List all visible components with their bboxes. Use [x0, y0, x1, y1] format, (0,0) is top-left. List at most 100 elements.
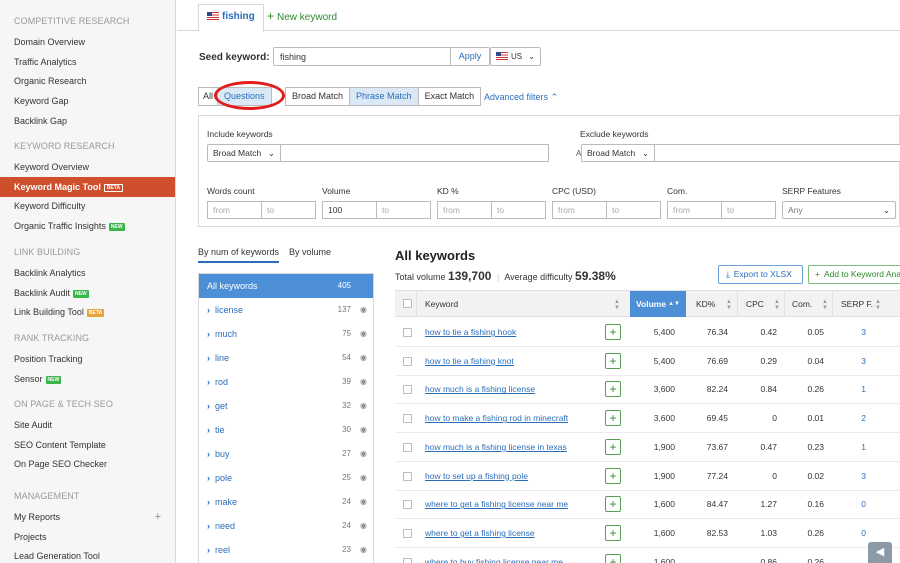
tab-by-volume[interactable]: By volume [289, 247, 331, 261]
serp-features-link[interactable]: 1 [832, 433, 866, 462]
row-checkbox[interactable] [403, 557, 412, 563]
serp-features-link[interactable]: 1 [832, 375, 866, 404]
eye-icon[interactable]: ◉ [360, 346, 367, 370]
exclude-keywords-input[interactable] [654, 144, 900, 162]
eye-icon[interactable]: ◉ [360, 370, 367, 394]
cpc-from[interactable] [552, 201, 607, 219]
sidebar-item[interactable]: Backlink Gap [0, 111, 175, 131]
sidebar-item[interactable]: Traffic Analytics [0, 52, 175, 72]
row-checkbox[interactable] [403, 356, 412, 366]
row-checkbox[interactable] [403, 471, 412, 481]
volume-from[interactable] [322, 201, 377, 219]
select-all-checkbox[interactable] [403, 299, 412, 308]
sidebar-item[interactable]: Sensor new [0, 369, 175, 389]
row-checkbox[interactable] [403, 385, 412, 395]
exact-match-button[interactable]: Exact Match [417, 87, 482, 106]
group-row[interactable]: › pole 25 ◉ [199, 466, 373, 490]
tab-by-num-keywords[interactable]: By num of keywords [198, 247, 280, 263]
words-count-to[interactable] [261, 201, 316, 219]
row-checkbox[interactable] [403, 414, 412, 424]
add-keyword-button[interactable]: + [605, 467, 621, 484]
sidebar-item[interactable]: Site Audit [0, 415, 175, 435]
add-keyword-button[interactable]: + [605, 524, 621, 541]
add-keyword-button[interactable]: + [605, 410, 621, 427]
eye-icon[interactable]: ◉ [360, 322, 367, 346]
keyword-link[interactable]: how much is a fishing license [425, 375, 535, 404]
header-serp-features[interactable]: SERP F. [841, 291, 873, 317]
advanced-filters-link[interactable]: Advanced filters ⌃ [484, 92, 558, 103]
add-keyword-button[interactable]: + [605, 324, 621, 340]
keyword-link[interactable]: how to make a fishing rod in minecraft [425, 404, 568, 433]
sidebar-item[interactable]: Keyword Magic Tool beta [0, 176, 175, 197]
sidebar-item[interactable]: Organic Traffic Insights new [0, 216, 175, 236]
group-row[interactable]: › line 54 ◉ [199, 346, 373, 370]
sidebar-item[interactable]: Position Tracking [0, 349, 175, 369]
keyword-link[interactable]: where to buy fishing license near me [425, 548, 563, 563]
tab-fishing[interactable]: fishing [198, 4, 264, 32]
kd-from[interactable] [437, 201, 492, 219]
add-to-keyword-analyzer-button[interactable]: +Add to Keyword Analyzer [808, 265, 900, 284]
group-row[interactable]: › reel 23 ◉ [199, 538, 373, 562]
serp-features-select[interactable]: Any ⌄ [782, 201, 896, 219]
eye-icon[interactable]: ◉ [360, 490, 367, 514]
keyword-link[interactable]: how to set up a fishing pole [425, 462, 528, 491]
com-to[interactable] [721, 201, 776, 219]
serp-features-link[interactable]: 0 [832, 519, 866, 548]
group-row[interactable]: › get 32 ◉ [199, 394, 373, 418]
eye-icon[interactable]: ◉ [360, 514, 367, 538]
group-row[interactable]: › much 75 ◉ [199, 322, 373, 346]
add-report-icon[interactable]: + [155, 507, 161, 527]
sidebar-item[interactable]: Backlink Analytics [0, 263, 175, 283]
group-row[interactable]: › make 24 ◉ [199, 490, 373, 514]
row-checkbox[interactable] [403, 328, 412, 337]
sidebar-item[interactable]: Backlink Audit new [0, 283, 175, 303]
row-checkbox[interactable] [403, 442, 412, 452]
eye-icon[interactable]: ◉ [360, 298, 367, 322]
sidebar-item[interactable]: Keyword Difficulty [0, 196, 175, 216]
sidebar-item[interactable]: Link Building Tool beta [0, 302, 175, 322]
sidebar-item[interactable]: Projects [0, 527, 175, 547]
sidebar-item[interactable]: Keyword Gap [0, 91, 175, 111]
database-select[interactable]: US ⌄ [490, 47, 541, 66]
keyword-link[interactable]: where to get a fishing license near me [425, 490, 568, 519]
group-all-keywords[interactable]: All keywords 405 [199, 274, 373, 298]
include-match-select[interactable]: Broad Match ⌄ [207, 144, 281, 162]
serp-features-link[interactable]: 3 [832, 318, 866, 347]
group-row[interactable]: › license 137 ◉ [199, 298, 373, 322]
keyword-link[interactable]: how to tie a fishing knot [425, 347, 514, 376]
sidebar-item[interactable]: Lead Generation Tool [0, 546, 175, 563]
sidebar-item[interactable]: SEO Content Template [0, 435, 175, 455]
keyword-link[interactable]: how much is a fishing license in texas [425, 433, 567, 462]
phrase-match-button[interactable]: Phrase Match [349, 87, 419, 106]
apply-button[interactable]: Apply [450, 47, 490, 66]
group-row[interactable]: › rod 39 ◉ [199, 370, 373, 394]
megaphone-icon[interactable]: ◀ [868, 542, 892, 563]
sidebar-item[interactable]: Keyword Overview [0, 157, 175, 177]
header-keyword[interactable]: Keyword [425, 291, 458, 317]
serp-features-link[interactable]: 2 [832, 404, 866, 433]
eye-icon[interactable]: ◉ [360, 466, 367, 490]
include-keywords-input[interactable] [280, 144, 549, 162]
sidebar-item[interactable]: Organic Research [0, 71, 175, 91]
add-keyword-button[interactable]: + [605, 381, 621, 398]
add-keyword-button[interactable]: + [605, 352, 621, 369]
row-checkbox[interactable] [403, 528, 412, 538]
add-keyword-button[interactable]: + [605, 496, 621, 513]
add-keyword-button[interactable]: + [605, 438, 621, 455]
serp-features-link[interactable]: 0 [832, 490, 866, 519]
serp-features-link[interactable]: 3 [832, 462, 866, 491]
sidebar-item[interactable]: On Page SEO Checker [0, 454, 175, 474]
add-keyword-button[interactable]: + [605, 553, 621, 563]
keyword-link[interactable]: where to get a fishing license [425, 519, 535, 548]
sidebar-item[interactable]: My Reports + [0, 507, 175, 527]
serp-features-link[interactable]: 3 [832, 347, 866, 376]
exclude-match-select[interactable]: Broad Match ⌄ [581, 144, 655, 162]
header-kd[interactable]: KD% [696, 291, 715, 317]
header-volume[interactable]: Volume ▲▼ [630, 291, 686, 317]
export-xlsx-button[interactable]: ⤓ Export to XLSX [718, 265, 803, 284]
eye-icon[interactable]: ◉ [360, 394, 367, 418]
header-com[interactable]: Com. [792, 291, 812, 317]
com-from[interactable] [667, 201, 722, 219]
cpc-to[interactable] [606, 201, 661, 219]
words-count-from[interactable] [207, 201, 262, 219]
